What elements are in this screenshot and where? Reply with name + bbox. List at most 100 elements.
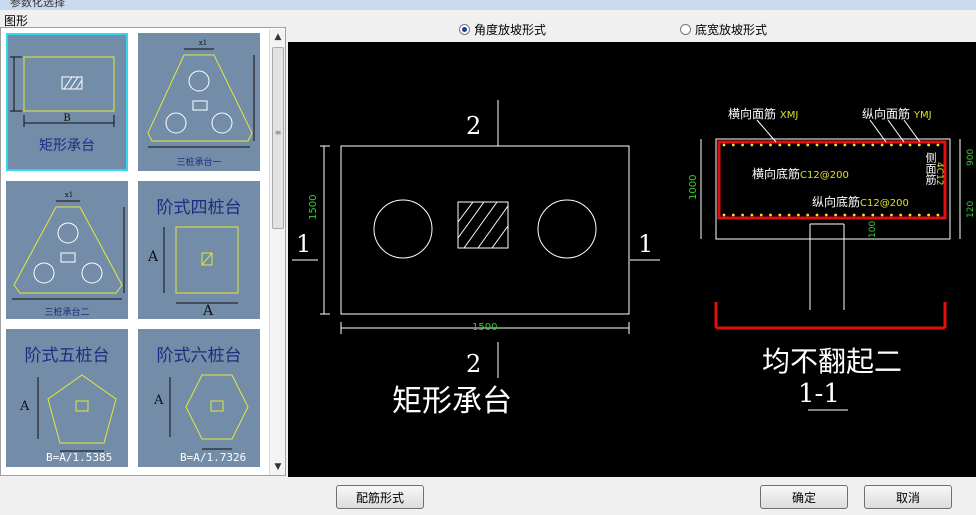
window-title: 参数化选择 (10, 0, 65, 9)
dim-100: 100 (868, 220, 878, 238)
rebar-dot (843, 143, 847, 147)
rebar-dot (797, 143, 800, 147)
rebar-dot (778, 143, 782, 147)
dim-120: 120 (966, 200, 976, 218)
rebar-dot (787, 143, 791, 147)
top-transverse-label: 横向面筋 XMJ (728, 107, 799, 121)
rebar-dot (936, 213, 940, 217)
rebar-dot (890, 213, 893, 217)
rebar-dot (759, 213, 763, 217)
rebar-dot (731, 213, 735, 217)
rebar-form-button[interactable]: 配筋形式 (336, 485, 424, 509)
rebar-dot (843, 213, 847, 217)
thumb-formula: B=A/1.7326 (180, 451, 247, 464)
plan-width-dim: 1500 (472, 322, 498, 333)
thumb-three-pile-cap-1[interactable]: x1 三桩承台一 (138, 33, 260, 171)
thumb-dim-a-vertical: A (148, 249, 159, 265)
rebar-dot (750, 143, 754, 147)
plan-view (292, 100, 660, 378)
rebar-dot (759, 143, 763, 147)
thumb-stepped-five-pile-cap[interactable]: 阶式五桩台 A B=A/1.5385 (6, 329, 128, 467)
cancel-button[interactable]: 取消 (864, 485, 952, 509)
shape-thumbnails: B 矩形承台 x1 三桩承台一 x1 三桩承台二 阶式四桩台 A A 阶式五桩台… (4, 31, 268, 471)
thumb-three-pile-cap-2[interactable]: x1 三桩承台二 (6, 181, 128, 319)
section-title: 均不翻起二 (762, 345, 903, 378)
scroll-thumb[interactable]: ≡ (272, 47, 284, 229)
rebar-dot (871, 143, 875, 147)
rebar-dot (927, 143, 930, 147)
rebar-dot (787, 213, 791, 217)
section-label: 1-1 (798, 379, 840, 409)
section-height-dim: 1000 (688, 174, 699, 200)
thumb-label: 阶式六桩台 (156, 346, 242, 366)
ok-button[interactable]: 确定 (760, 485, 848, 509)
rebar-dot (731, 143, 735, 147)
shape-list-panel: B 矩形承台 x1 三桩承台一 x1 三桩承台二 阶式四桩台 A A 阶式五桩台… (0, 27, 286, 476)
rebar-dot (936, 143, 940, 147)
angle-slope-radio[interactable]: 角度放坡形式 (459, 21, 546, 38)
rebar-dot (852, 143, 856, 147)
three-pile-cap-2-icon (12, 200, 125, 300)
thumb-label: 阶式五桩台 (24, 346, 110, 366)
plan-title: 矩形承台 (392, 384, 512, 419)
rebar-dot (815, 213, 819, 217)
rebar-dot (908, 213, 912, 217)
rebar-dot (834, 143, 837, 147)
side-bar-code: 4C12 (934, 162, 944, 186)
thumb-label: 阶式四桩台 (156, 198, 242, 218)
rebar-dot (722, 213, 726, 217)
rebar-dot (899, 213, 903, 217)
scroll-up-arrow-icon[interactable]: ▲ (270, 29, 285, 45)
rebar-dot (862, 213, 865, 217)
rebar-dot (769, 213, 772, 217)
rebar-dot (806, 213, 810, 217)
slope-form-options: 角度放坡形式 底宽放坡形式 (288, 14, 976, 42)
section-mark-2-bottom: 2 (466, 350, 482, 378)
section-mark-2-top: 2 (466, 112, 482, 140)
top-longitudinal-label: 纵向面筋 YMJ (862, 107, 932, 121)
rebar-dot (890, 143, 893, 147)
radio-selected-icon (459, 24, 470, 35)
angle-slope-label: 角度放坡形式 (474, 23, 547, 37)
rebar-dot (917, 213, 921, 217)
rebar-dot (834, 213, 837, 217)
radio-unselected-icon (680, 24, 691, 35)
rebar-dot (741, 213, 744, 217)
rebar-dot (797, 213, 800, 217)
section-mark-1-left: 1 (296, 230, 312, 258)
thumb-stepped-four-pile-cap[interactable]: 阶式四桩台 A A (138, 181, 260, 319)
rebar-dot (824, 143, 828, 147)
thumb-dim-a: A (20, 399, 30, 414)
rebar-dot (750, 213, 754, 217)
rebar-dot (852, 213, 856, 217)
scroll-down-arrow-icon[interactable]: ▼ (270, 459, 285, 475)
rebar-dot (880, 143, 884, 147)
thumb-label: 三桩承台一 (176, 158, 222, 168)
three-pile-cap-icon (147, 48, 255, 148)
rebar-dot (722, 143, 726, 147)
section-mark-1-right: 1 (638, 230, 654, 258)
title-bar: 参数化选择 (0, 0, 976, 10)
thumb-dim-a: A (154, 393, 164, 408)
rebar-dot (908, 143, 912, 147)
thumbnail-scrollbar[interactable]: ▲ ≡ ▼ (269, 29, 285, 475)
bottom-transverse-label: 横向底筋C12@200 (752, 167, 849, 181)
rebar-dot (778, 213, 782, 217)
rebar-dot (871, 213, 875, 217)
rebar-dot (927, 213, 930, 217)
rebar-dot (806, 143, 810, 147)
thumb-dim-x1: x1 (64, 191, 74, 199)
thumb-stepped-six-pile-cap[interactable]: 阶式六桩台 A B=A/1.7326 (138, 329, 260, 467)
dim-900: 900 (966, 148, 976, 166)
thumb-formula: B=A/1.5385 (46, 451, 113, 464)
bottom-width-slope-radio[interactable]: 底宽放坡形式 (680, 21, 767, 38)
bottom-longitudinal-label: 纵向底筋C12@200 (812, 195, 909, 209)
rebar-dot (899, 143, 903, 147)
thumb-dim-a-horizontal: A (203, 303, 214, 319)
grip-icon: ≡ (274, 128, 282, 137)
thumb-dim-b: B (63, 113, 71, 124)
bottom-width-slope-label: 底宽放坡形式 (695, 23, 768, 37)
plan-height-dim: 1500 (308, 194, 319, 220)
thumb-rectangular-cap[interactable]: B 矩形承台 (6, 33, 128, 171)
thumb-label: 矩形承台 (39, 138, 95, 154)
